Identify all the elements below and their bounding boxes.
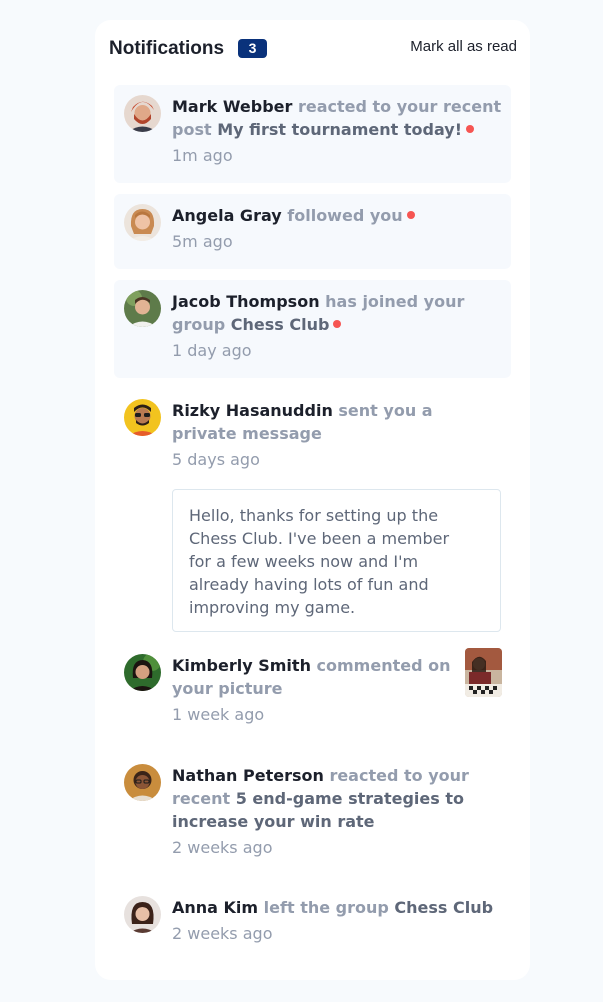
notification-text: Rizky Hasanuddin sent you a private mess… (172, 399, 502, 445)
action-text: message (242, 424, 322, 443)
action-text: post (172, 120, 212, 139)
action-text: reacted to your (329, 766, 469, 785)
action-text: your picture (172, 679, 283, 698)
action-text: has joined your (325, 292, 465, 311)
actor-name[interactable]: Kimberly Smith (172, 656, 311, 675)
post-title-part: 5 end-game strategies to (235, 789, 464, 808)
message-line: improving my game. (189, 598, 356, 617)
avatar-angela-gray[interactable] (124, 204, 161, 241)
post-title-part: increase your win rate (172, 812, 375, 831)
notification-item[interactable]: Angela Gray followed you 5m ago (114, 194, 511, 269)
actor-name[interactable]: Angela Gray (172, 206, 282, 225)
message-line: for a few weeks now and I'm (189, 552, 419, 571)
notification-text: Kimberly Smith commented on your picture (172, 654, 457, 700)
timestamp: 2 weeks ago (172, 924, 273, 943)
action-text: commented on (316, 656, 451, 675)
avatar-mark-webber[interactable] (124, 95, 161, 132)
message-line: Chess Club. I've been a member (189, 529, 450, 548)
avatar-jacob-thompson[interactable] (124, 290, 161, 327)
unread-count-badge: 3 (238, 39, 267, 58)
mark-all-read-button[interactable]: Mark all as read (410, 38, 517, 56)
avatar-anna-kim[interactable] (124, 896, 161, 933)
notification-text: Mark Webber reacted to your recent post … (172, 95, 502, 141)
notification-item[interactable]: Rizky Hasanuddin sent you a private mess… (114, 389, 511, 632)
timestamp: 5 days ago (172, 450, 260, 469)
action-text: left the group (263, 898, 389, 917)
notification-text: Nathan Peterson reacted to your recent 5… (172, 764, 502, 833)
timestamp: 1 day ago (172, 341, 252, 360)
timestamp: 5m ago (172, 232, 233, 251)
header: Notifications 3 Mark all as read (109, 38, 517, 62)
message-line: Hello, thanks for setting up the (189, 506, 439, 525)
avatar-nathan-peterson[interactable] (124, 764, 161, 801)
notification-item[interactable]: Nathan Peterson reacted to your recent 5… (114, 754, 511, 874)
notification-text: Angela Gray followed you (172, 204, 502, 227)
group-link[interactable]: Chess Club (394, 898, 493, 917)
timestamp: 1 week ago (172, 705, 265, 724)
action-text: recent (172, 789, 231, 808)
commented-picture-thumbnail[interactable] (465, 648, 502, 697)
avatar-rizky-hasanuddin[interactable] (124, 399, 161, 436)
unread-dot (465, 125, 474, 133)
avatar-kimberly-smith[interactable] (124, 654, 161, 691)
unread-dot (406, 211, 415, 219)
page-title: Notifications (109, 38, 225, 59)
notifications-card: Notifications 3 Mark all as read Mark We… (95, 20, 530, 980)
action-text: reacted to your recent (297, 97, 502, 116)
group-link[interactable]: Chess Club (231, 315, 330, 334)
message-line: already having lots of fun and (189, 575, 429, 594)
actor-name[interactable]: Mark Webber (172, 97, 292, 116)
actor-name[interactable]: Jacob Thompson (172, 292, 320, 311)
unread-dot (333, 320, 342, 328)
action-text: followed you (287, 206, 403, 225)
post-link[interactable]: My first tournament today! (217, 120, 462, 139)
timestamp: 1m ago (172, 146, 233, 165)
actor-name[interactable]: Nathan Peterson (172, 766, 324, 785)
notification-text: Jacob Thompson has joined your group Che… (172, 290, 502, 336)
actor-name[interactable]: Rizky Hasanuddin (172, 401, 333, 420)
notification-item[interactable]: Mark Webber reacted to your recent post … (114, 85, 511, 183)
actor-name[interactable]: Anna Kim (172, 898, 258, 917)
notification-item[interactable]: Jacob Thompson has joined your group Che… (114, 280, 511, 378)
notification-text: Anna Kim left the group Chess Club (172, 896, 502, 919)
timestamp: 2 weeks ago (172, 838, 273, 857)
notification-item[interactable]: Kimberly Smith commented on your picture… (114, 644, 511, 742)
notification-item[interactable]: Anna Kim left the group Chess Club 2 wee… (114, 886, 511, 961)
private-message-preview[interactable]: Hello, thanks for setting up the Chess C… (172, 489, 501, 632)
action-text: group (172, 315, 226, 334)
